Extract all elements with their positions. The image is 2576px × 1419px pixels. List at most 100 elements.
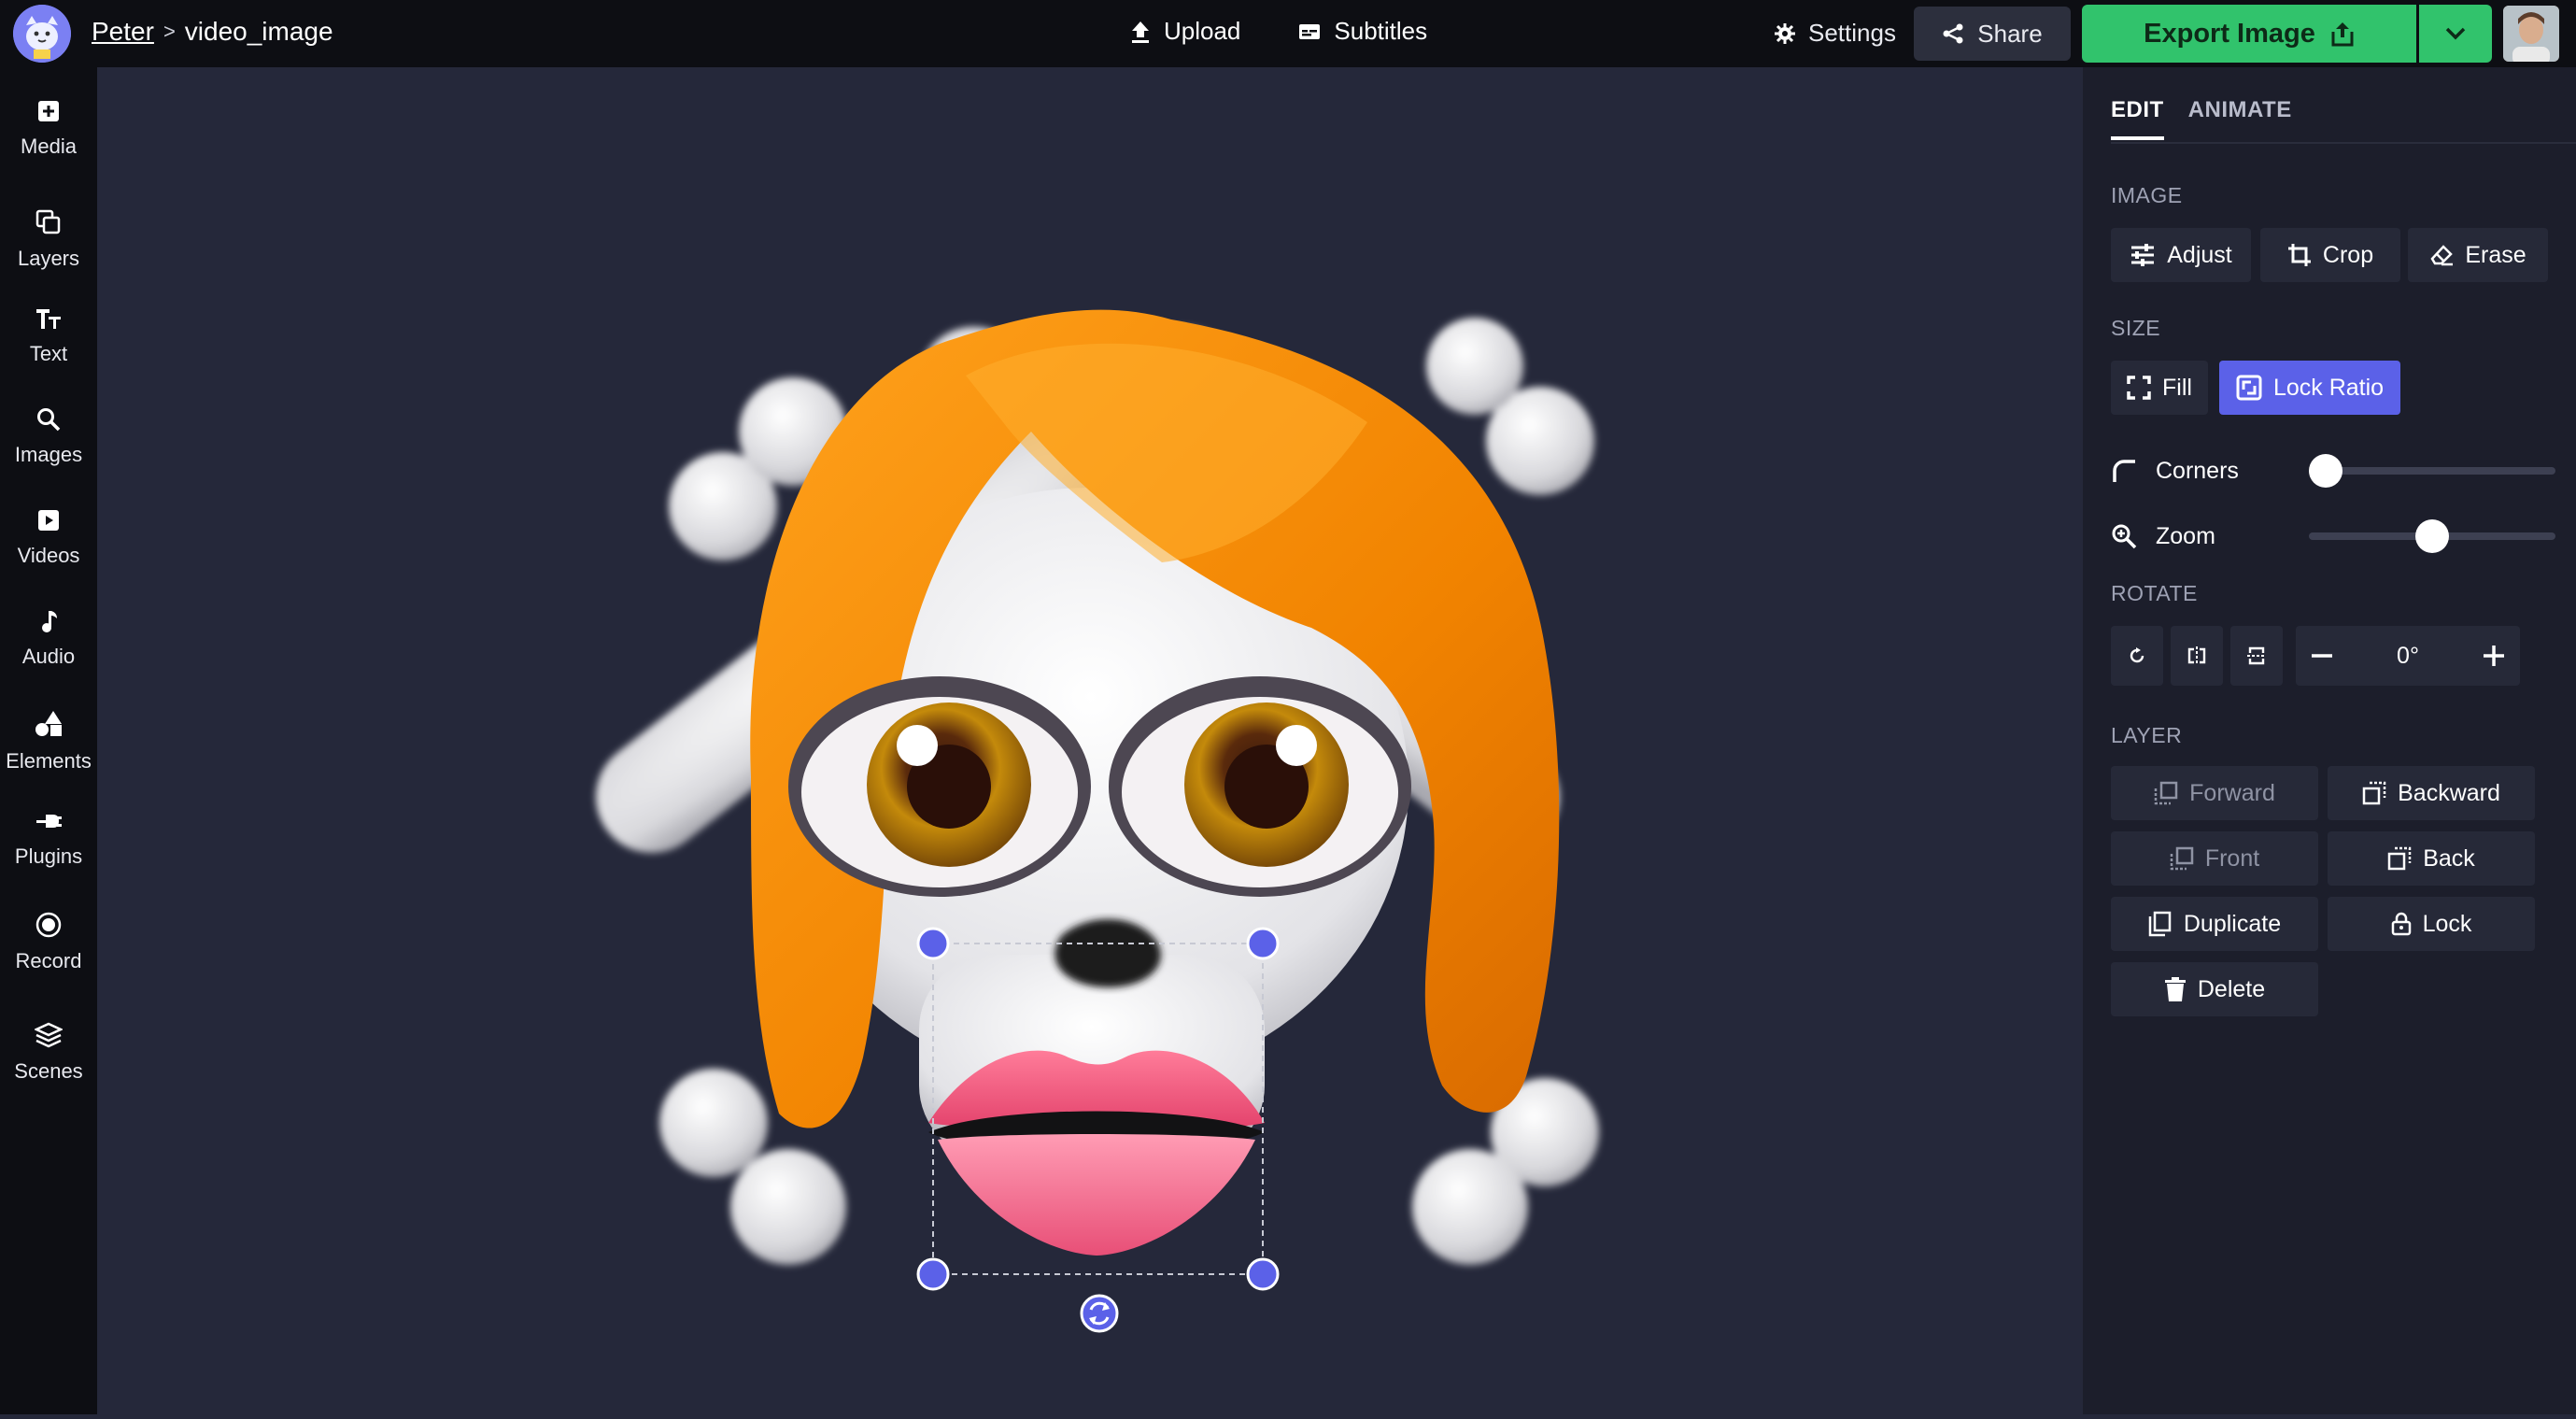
text-icon bbox=[35, 306, 63, 336]
search-icon bbox=[36, 407, 61, 437]
subtitles-icon bbox=[1298, 22, 1321, 41]
back-button[interactable]: Back bbox=[2328, 831, 2535, 886]
project-name[interactable]: video_image bbox=[185, 17, 333, 47]
crop-button[interactable]: Crop bbox=[2260, 228, 2400, 282]
subtitles-button[interactable]: Subtitles bbox=[1298, 17, 1427, 46]
export-image-button[interactable]: Export Image bbox=[2082, 5, 2416, 63]
front-label: Front bbox=[2204, 844, 2260, 872]
canvas-area[interactable] bbox=[97, 67, 2083, 1414]
adjust-button[interactable]: Adjust bbox=[2111, 228, 2251, 282]
resize-handle-bottom-right[interactable] bbox=[1246, 1257, 1280, 1291]
resize-handle-top-right[interactable] bbox=[1246, 927, 1280, 960]
layer-section-label: LAYER bbox=[2111, 723, 2183, 747]
sidebar-item-label: Media bbox=[21, 135, 77, 158]
erase-button[interactable]: Erase bbox=[2408, 228, 2548, 282]
eraser-icon bbox=[2429, 244, 2454, 266]
rotate-icon bbox=[2128, 646, 2146, 665]
bring-to-front-icon bbox=[2170, 846, 2194, 871]
export-label: Export Image bbox=[2144, 18, 2315, 49]
settings-label: Settings bbox=[1808, 19, 1896, 47]
lips bbox=[928, 1050, 1265, 1256]
size-section-label: SIZE bbox=[2111, 316, 2161, 340]
sidebar-item-elements[interactable]: Elements bbox=[0, 710, 97, 773]
tab-divider bbox=[2111, 142, 2576, 144]
sidebar-item-label: Record bbox=[15, 949, 82, 972]
forward-label: Forward bbox=[2189, 779, 2275, 806]
chevron-down-icon bbox=[2444, 26, 2467, 41]
export-options-dropdown[interactable] bbox=[2419, 5, 2492, 63]
sidebar-item-media[interactable]: Media bbox=[0, 99, 97, 159]
lock-ratio-button[interactable]: Lock Ratio bbox=[2219, 361, 2400, 415]
left-sidebar: Media Layers Text Images Videos Audio Elements… bbox=[0, 67, 97, 1414]
backward-button[interactable]: Backward bbox=[2328, 766, 2535, 820]
delete-label: Delete bbox=[2197, 975, 2266, 1002]
forward-button[interactable]: Forward bbox=[2111, 766, 2318, 820]
sidebar-item-plugins[interactable]: Plugins bbox=[0, 811, 97, 869]
media-icon bbox=[36, 99, 61, 129]
bring-forward-icon bbox=[2154, 781, 2178, 805]
lock-ratio-label: Lock Ratio bbox=[2272, 374, 2385, 401]
flip-vertical-button[interactable] bbox=[2230, 626, 2283, 686]
corners-label: Corners bbox=[2156, 457, 2239, 484]
breadcrumb-user-link[interactable]: Peter bbox=[92, 17, 154, 47]
user-avatar[interactable] bbox=[2503, 6, 2559, 62]
rotation-value[interactable]: 0° bbox=[2397, 643, 2419, 670]
fill-button[interactable]: Fill bbox=[2111, 361, 2208, 415]
backward-label: Backward bbox=[2398, 779, 2500, 806]
plug-icon bbox=[35, 811, 63, 839]
flip-horizontal-button[interactable] bbox=[2171, 626, 2223, 686]
rotate-section-label: ROTATE bbox=[2111, 581, 2198, 605]
resize-handle-top-left[interactable] bbox=[916, 927, 950, 960]
sidebar-item-record[interactable]: Record bbox=[0, 912, 97, 973]
back-label: Back bbox=[2423, 844, 2475, 872]
image-section-label: IMAGE bbox=[2111, 183, 2183, 207]
top-center-actions: Upload Subtitles bbox=[1130, 17, 1427, 46]
sidebar-item-videos[interactable]: Videos bbox=[0, 508, 97, 568]
corner-radius-icon bbox=[2111, 458, 2137, 484]
sidebar-item-audio[interactable]: Audio bbox=[0, 609, 97, 669]
settings-button[interactable]: Settings bbox=[1775, 19, 1896, 48]
rotation-stepper[interactable]: 0° bbox=[2296, 626, 2520, 686]
sidebar-item-label: Text bbox=[29, 342, 68, 365]
corners-slider-knob[interactable] bbox=[2309, 454, 2342, 488]
plus-icon[interactable] bbox=[2481, 643, 2507, 669]
sidebar-item-label: Plugins bbox=[14, 844, 83, 868]
lock-icon bbox=[2391, 912, 2412, 936]
zoom-slider-knob[interactable] bbox=[2415, 519, 2449, 553]
canvas-artwork[interactable] bbox=[97, 67, 2083, 1414]
sidebar-item-scenes[interactable]: Scenes bbox=[0, 1022, 97, 1084]
upload-icon bbox=[1130, 20, 1151, 44]
stack-icon bbox=[34, 1022, 64, 1054]
expand-icon bbox=[2127, 376, 2151, 400]
share-icon bbox=[1942, 22, 1964, 45]
gear-icon bbox=[1775, 22, 1795, 44]
fill-label: Fill bbox=[2162, 374, 2192, 401]
trash-icon bbox=[2164, 976, 2187, 1002]
right-eye bbox=[1109, 676, 1411, 897]
tab-edit[interactable]: EDIT bbox=[2111, 97, 2164, 140]
app-logo[interactable] bbox=[13, 5, 71, 63]
crop-icon bbox=[2287, 243, 2312, 267]
sidebar-item-images[interactable]: Images bbox=[0, 407, 97, 467]
tab-animate[interactable]: ANIMATE bbox=[2188, 97, 2292, 140]
aspect-ratio-icon bbox=[2236, 375, 2262, 401]
upload-label: Upload bbox=[1164, 17, 1241, 45]
corners-slider-track[interactable] bbox=[2309, 467, 2555, 475]
resize-handle-bottom-left[interactable] bbox=[916, 1257, 950, 1291]
rotate-handle-icon[interactable] bbox=[1080, 1294, 1119, 1333]
rotate-button[interactable] bbox=[2111, 626, 2163, 686]
upload-button[interactable]: Upload bbox=[1130, 17, 1240, 46]
breadcrumb-separator: > bbox=[163, 20, 176, 43]
send-to-back-icon bbox=[2387, 846, 2412, 871]
sliders-icon bbox=[2130, 243, 2156, 267]
minus-icon[interactable] bbox=[2309, 643, 2335, 669]
duplicate-button[interactable]: Duplicate bbox=[2111, 897, 2318, 951]
share-label: Share bbox=[1977, 19, 2043, 48]
share-button[interactable]: Share bbox=[1914, 7, 2071, 61]
record-icon bbox=[35, 912, 62, 944]
delete-button[interactable]: Delete bbox=[2111, 962, 2318, 1016]
sidebar-item-text[interactable]: Text bbox=[0, 306, 97, 366]
sidebar-item-layers[interactable]: Layers bbox=[0, 209, 97, 271]
front-button[interactable]: Front bbox=[2111, 831, 2318, 886]
lock-button[interactable]: Lock bbox=[2328, 897, 2535, 951]
